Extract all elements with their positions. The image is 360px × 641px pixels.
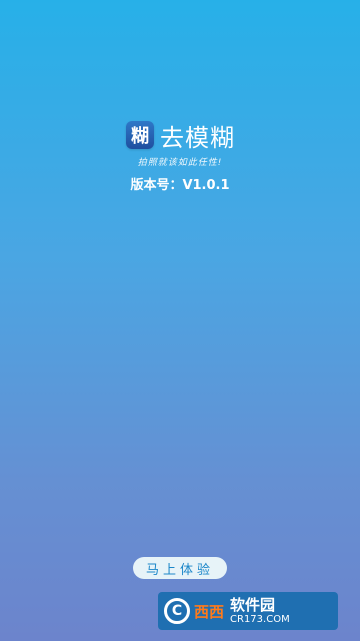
app-logo: 糊 去模糊 [126, 118, 246, 152]
app-icon: 糊 [126, 121, 154, 149]
watermark-mark-letter: C [171, 603, 183, 619]
watermark-mark-icon: C [164, 598, 190, 624]
watermark-text: 软件园 CR173.COM [230, 595, 290, 625]
try-now-button[interactable]: 马上体验 [133, 557, 227, 579]
watermark-brand: 西西 [194, 602, 225, 621]
watermark-logo: C 西西 软件园 CR173.COM [158, 592, 338, 630]
app-icon-glyph: 糊 [131, 126, 149, 147]
version-label: 版本号：V1.0.1 [130, 178, 230, 193]
watermark-url: CR173.COM [230, 613, 290, 625]
watermark-name: 软件园 [230, 595, 276, 614]
splash-screen: 糊 去模糊 拍照就该如此任性! 版本号：V1.0.1 马上体验 C 西西 软件园… [0, 0, 360, 641]
app-name: 去模糊 [160, 123, 235, 152]
tagline: 拍照就该如此任性! [137, 158, 223, 168]
